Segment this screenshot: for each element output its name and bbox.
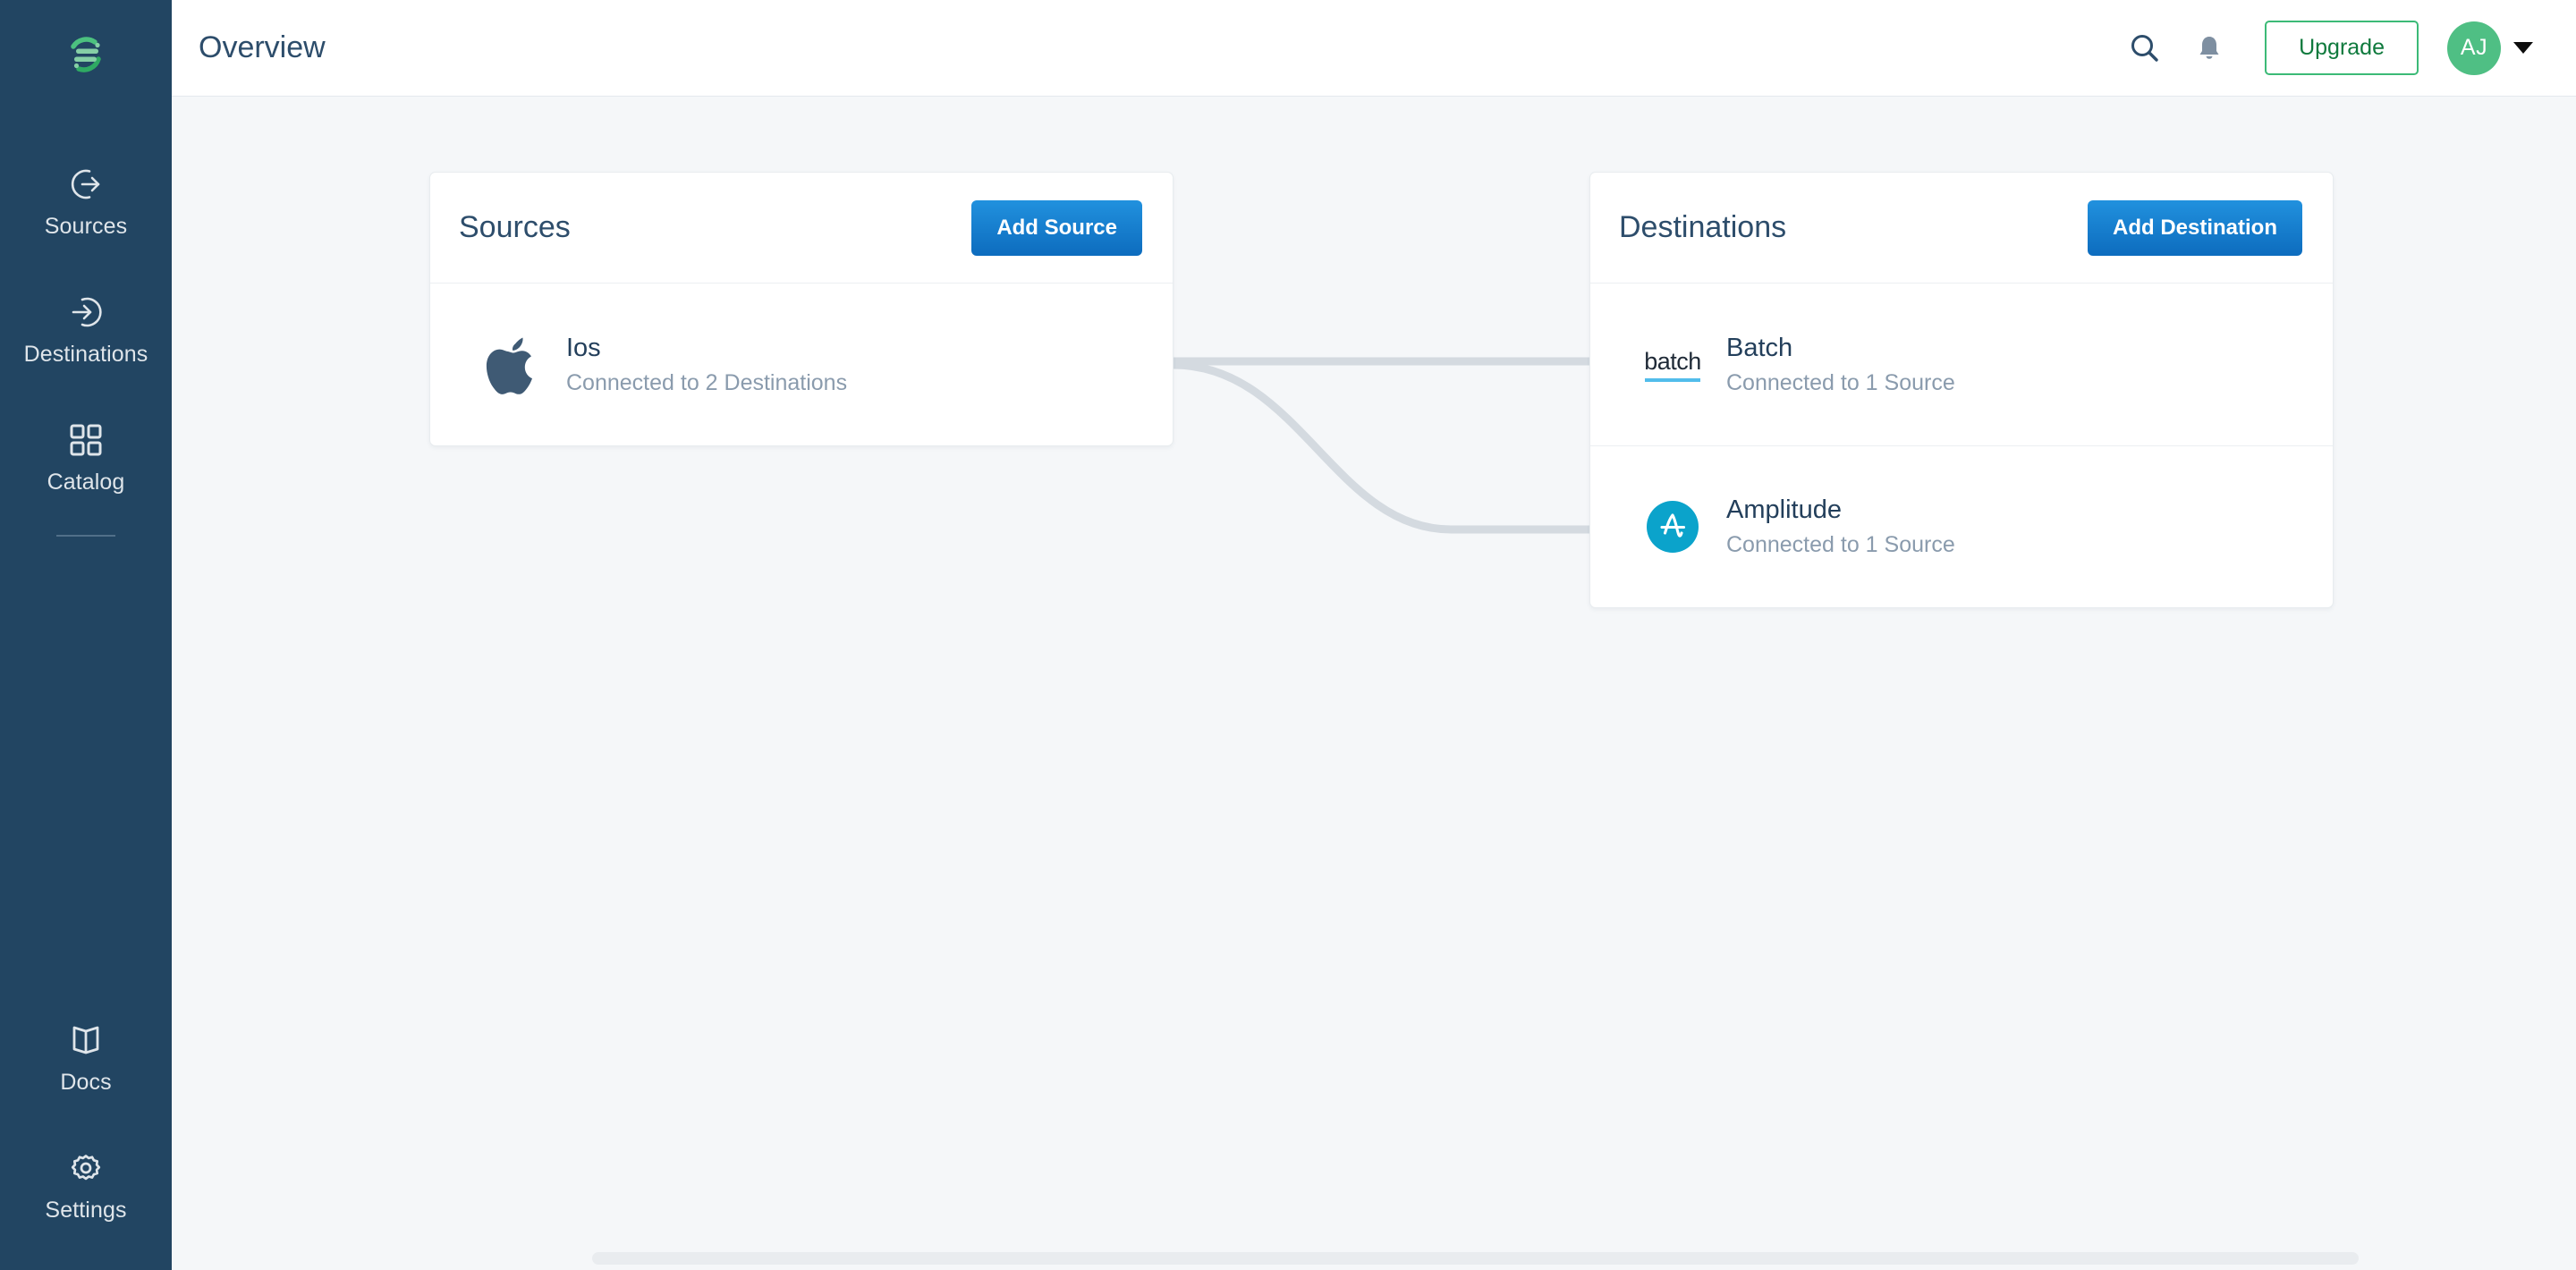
add-destination-button[interactable]: Add Destination bbox=[2088, 199, 2302, 256]
sidebar-item-destinations[interactable]: Destinations bbox=[0, 279, 172, 373]
search-button[interactable] bbox=[2113, 16, 2177, 80]
destinations-title: Destinations bbox=[1619, 210, 1787, 244]
destination-name: Batch bbox=[1726, 333, 1793, 362]
sidebar-item-settings[interactable]: Settings bbox=[0, 1135, 172, 1229]
source-row-text: Ios Connected to 2 Destinations bbox=[566, 334, 847, 396]
source-row-ios[interactable]: Ios Connected to 2 Destinations bbox=[430, 284, 1173, 445]
arrow-out-circle-icon bbox=[66, 164, 106, 205]
destination-row-text: Batch Connected to 1 Source bbox=[1726, 334, 1955, 396]
search-icon bbox=[2131, 34, 2158, 62]
source-subtitle: Connected to 2 Destinations bbox=[566, 369, 848, 395]
sources-card: Sources Add Source Ios Connected to 2 De… bbox=[429, 172, 1174, 446]
amplitude-icon bbox=[1619, 501, 1726, 553]
sources-card-header: Sources Add Source bbox=[430, 173, 1173, 284]
bell-icon bbox=[2199, 36, 2219, 59]
upgrade-button[interactable]: Upgrade bbox=[2265, 21, 2419, 75]
destinations-card: Destinations Add Destination batch Batch… bbox=[1589, 172, 2334, 608]
top-bar-actions: Upgrade AJ bbox=[2113, 16, 2533, 80]
gear-icon bbox=[66, 1147, 106, 1189]
destinations-card-header: Destinations Add Destination bbox=[1590, 173, 2333, 284]
sources-title: Sources bbox=[459, 210, 571, 244]
book-icon bbox=[67, 1020, 105, 1061]
connector-ios-amplitude bbox=[1169, 360, 1594, 534]
sidebar-item-label: Docs bbox=[60, 1070, 112, 1095]
notifications-button[interactable] bbox=[2177, 16, 2241, 80]
sidebar-item-catalog[interactable]: Catalog bbox=[0, 407, 172, 501]
sidebar-item-sources[interactable]: Sources bbox=[0, 151, 172, 245]
app-logo[interactable] bbox=[58, 27, 114, 87]
grid-squares-icon bbox=[68, 419, 104, 461]
top-bar: Overview Upgrade AJ bbox=[172, 0, 2576, 97]
sidebar-item-docs[interactable]: Docs bbox=[0, 1007, 172, 1101]
sidebar-divider bbox=[56, 535, 115, 537]
account-menu[interactable]: AJ bbox=[2447, 21, 2533, 75]
sidebar-item-label: Settings bbox=[45, 1198, 127, 1223]
horizontal-scrollbar[interactable] bbox=[592, 1252, 2359, 1265]
sidebar-item-label: Catalog bbox=[47, 470, 125, 495]
destination-row-amplitude[interactable]: Amplitude Connected to 1 Source bbox=[1590, 445, 2333, 607]
source-name: Ios bbox=[566, 333, 601, 362]
arrow-in-circle-icon bbox=[66, 292, 106, 333]
flow-canvas: Sources Add Source Ios Connected to 2 De… bbox=[172, 97, 2576, 1270]
destination-row-text: Amplitude Connected to 1 Source bbox=[1726, 495, 1955, 558]
destination-row-batch[interactable]: batch Batch Connected to 1 Source bbox=[1590, 284, 2333, 445]
avatar: AJ bbox=[2447, 21, 2501, 75]
apple-icon bbox=[459, 334, 566, 396]
chevron-down-icon bbox=[2513, 42, 2533, 54]
sidebar-item-label: Sources bbox=[44, 214, 128, 239]
destination-subtitle: Connected to 1 Source bbox=[1726, 532, 1955, 557]
destination-subtitle: Connected to 1 Source bbox=[1726, 369, 1955, 395]
batch-logo-icon: batch bbox=[1619, 348, 1726, 382]
add-source-button[interactable]: Add Source bbox=[971, 199, 1142, 256]
sidebar-bottom-group: Docs Settings bbox=[0, 1007, 172, 1270]
sidebar-item-label: Destinations bbox=[23, 342, 148, 367]
app-root: Sources Destinations Catalog Docs Settin… bbox=[0, 0, 2576, 1270]
stitch-logo-icon bbox=[71, 37, 101, 72]
sidebar: Sources Destinations Catalog Docs Settin… bbox=[0, 0, 172, 1270]
destination-name: Amplitude bbox=[1726, 495, 1842, 524]
page-title: Overview bbox=[199, 30, 326, 64]
main-area: Overview Upgrade AJ Sources Add Source I… bbox=[172, 0, 2576, 1270]
